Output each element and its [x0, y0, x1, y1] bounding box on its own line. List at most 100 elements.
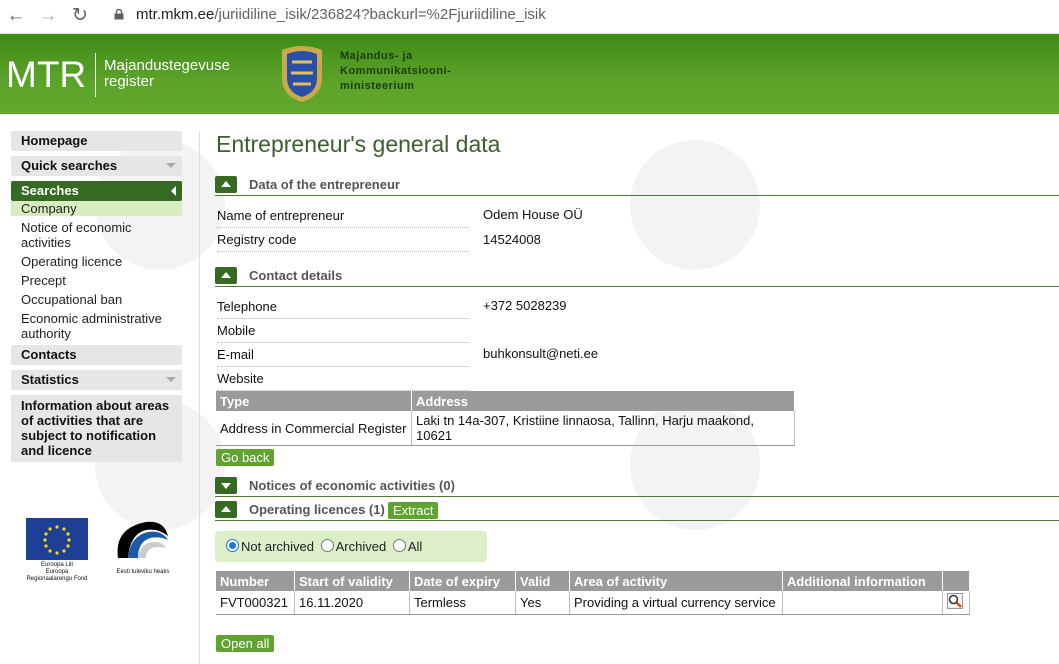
sidebar-item-label: Quick searches — [21, 158, 118, 173]
sidebar: Homepage Quick searches Searches Company… — [11, 131, 182, 462]
triangle-up-icon — [221, 181, 231, 187]
coat-of-arms-icon — [282, 46, 322, 102]
licence-number-cell: FVT000321 — [216, 591, 295, 615]
section-title: Contact details — [249, 268, 343, 283]
sidebar-item-searches[interactable]: Searches — [11, 181, 182, 201]
column-header-address: Address — [411, 391, 795, 411]
radio-label[interactable]: Archived — [336, 539, 387, 554]
eu-text-line-2: Euroopa — [45, 569, 69, 575]
radio-archived[interactable] — [320, 539, 334, 552]
additional-info-cell — [782, 591, 943, 615]
licence-table: Number Start of validity Date of expiry … — [216, 571, 970, 615]
view-cell — [942, 591, 970, 615]
section-contact: Contact details — [215, 267, 1059, 287]
sidebar-subitem-occupational-ban[interactable]: Occupational ban — [11, 292, 182, 307]
ministry-name: Majandus- ja Kommunikatsiooni- ministeer… — [340, 49, 451, 94]
column-header-action — [942, 571, 970, 591]
sidebar-subitem-precept[interactable]: Precept — [11, 273, 182, 288]
sidebar-subitem-authority[interactable]: Economic administrative authority — [11, 311, 182, 341]
expiry-cell: Termless — [409, 591, 516, 615]
column-header-expiry: Date of expiry — [409, 571, 516, 591]
sidebar-item-contacts[interactable]: Contacts — [11, 345, 182, 365]
triangle-up-icon — [221, 272, 231, 278]
eu-text-line-3: Regionaalarengu Fond — [26, 576, 88, 582]
extract-button[interactable]: Extract — [388, 502, 439, 519]
triangle-down-icon — [221, 483, 231, 489]
collapse-toggle[interactable] — [215, 267, 237, 284]
column-header-start: Start of validity — [294, 571, 410, 591]
ministry-line-1: Majandus- ja — [340, 50, 413, 62]
radio-label[interactable]: Not archived — [241, 539, 314, 554]
column-header-number: Number — [216, 571, 295, 591]
radio-not-archived[interactable] — [226, 539, 239, 552]
watermark-eagle-icon — [630, 140, 760, 270]
address-bar[interactable]: mtr.mkm.ee/juriidiline_isik/236824?backu… — [136, 6, 546, 23]
name-value: Odem House OÜ — [483, 207, 583, 222]
sidebar-item-homepage[interactable]: Homepage — [11, 131, 182, 151]
sidebar-subitem-operating-licence[interactable]: Operating licence — [11, 254, 182, 269]
sidebar-divider — [199, 131, 200, 664]
telephone-value: +372 5028239 — [483, 298, 567, 313]
column-header-valid: Valid — [515, 571, 570, 591]
eu-fund-logo: Euroopa Liit Euroopa Regionaalarengu Fon… — [22, 518, 92, 583]
chevron-down-icon — [166, 377, 176, 382]
email-value: buhkonsult@neti.ee — [483, 346, 599, 361]
open-all-button[interactable]: Open all — [216, 635, 275, 652]
column-header-additional: Additional information — [782, 571, 943, 591]
reload-icon[interactable]: ↻ — [69, 5, 91, 27]
ministry-line-3: ministeerium — [340, 80, 415, 92]
section-title[interactable]: Notices of economic activities (0) — [249, 478, 455, 493]
ministry-line-2: Kommunikatsiooni- — [340, 65, 452, 77]
section-title: Operating licences (1) — [249, 502, 385, 517]
filter-radio-group: Not archived Archived All — [226, 539, 425, 554]
section-notices: Notices of economic activities (0) — [215, 477, 1059, 497]
estonia-swoosh-icon — [117, 521, 168, 558]
url-host: mtr.mkm.ee — [136, 6, 215, 23]
name-label: Name of entrepreneur — [217, 204, 469, 228]
radio-all[interactable] — [392, 539, 406, 552]
collapse-toggle[interactable] — [215, 176, 237, 193]
estonia-logo-text: Eesti tuleviku heaks — [116, 569, 170, 575]
table-row[interactable]: FVT000321 16.11.2020 Termless Yes Provid… — [216, 591, 970, 615]
telephone-label: Telephone — [217, 295, 469, 319]
address-table: Type Address Address in Commercial Regis… — [216, 391, 795, 446]
eu-flag-icon — [26, 518, 88, 560]
chevron-down-icon — [166, 163, 176, 168]
archive-filter: Not archived Archived All — [215, 531, 487, 562]
radio-label[interactable]: All — [408, 539, 422, 554]
website-label: Website — [217, 367, 469, 391]
mtr-logo[interactable]: MTR — [6, 54, 86, 96]
site-header: MTR Majandustegevuse register Majandus- … — [0, 34, 1059, 114]
start-date-cell: 16.11.2020 — [294, 591, 410, 615]
url-path: /juriidiline_isik/236824?backurl=%2Fjuri… — [214, 6, 546, 23]
address-type-cell: Address in Commercial Register — [216, 411, 412, 446]
magnifier-icon[interactable] — [947, 593, 963, 609]
logo-subtitle: Majandustegevuse register — [104, 58, 230, 90]
expand-toggle[interactable] — [215, 477, 237, 494]
logo-divider — [95, 53, 96, 97]
eu-logo-text: Euroopa Liit Euroopa Regionaalarengu Fon… — [22, 562, 92, 583]
forward-arrow-icon[interactable]: → — [37, 5, 59, 27]
section-licences: Operating licences (1) Extract — [215, 501, 1059, 521]
chevron-left-icon — [171, 186, 176, 196]
section-entrepreneur: Data of the entrepreneur — [215, 176, 1059, 196]
valid-cell: Yes — [515, 591, 570, 615]
page-title: Entrepreneur's general data — [216, 131, 501, 157]
sidebar-item-label: Statistics — [21, 372, 79, 387]
sidebar-item-statistics[interactable]: Statistics — [11, 370, 182, 390]
section-title: Data of the entrepreneur — [249, 177, 400, 192]
back-arrow-icon[interactable]: ← — [5, 5, 27, 27]
address-cell: Laki tn 14a-307, Kristiine linnaosa, Tal… — [411, 411, 795, 446]
browser-toolbar: ← → ↻ mtr.mkm.ee/juriidiline_isik/236824… — [0, 0, 1059, 34]
mobile-label: Mobile — [217, 319, 469, 343]
registry-code-value: 14524008 — [483, 232, 541, 247]
sidebar-subitem-company[interactable]: Company — [11, 201, 182, 216]
collapse-toggle[interactable] — [215, 501, 237, 518]
column-header-type: Type — [216, 391, 412, 411]
sidebar-item-info[interactable]: Information about areas of activities th… — [11, 395, 182, 462]
lock-icon — [114, 9, 124, 20]
table-header-row: Number Start of validity Date of expiry … — [216, 571, 970, 591]
go-back-button[interactable]: Go back — [216, 449, 275, 466]
sidebar-subitem-notice[interactable]: Notice of economic activities — [11, 220, 182, 250]
sidebar-item-quick-searches[interactable]: Quick searches — [11, 156, 182, 176]
